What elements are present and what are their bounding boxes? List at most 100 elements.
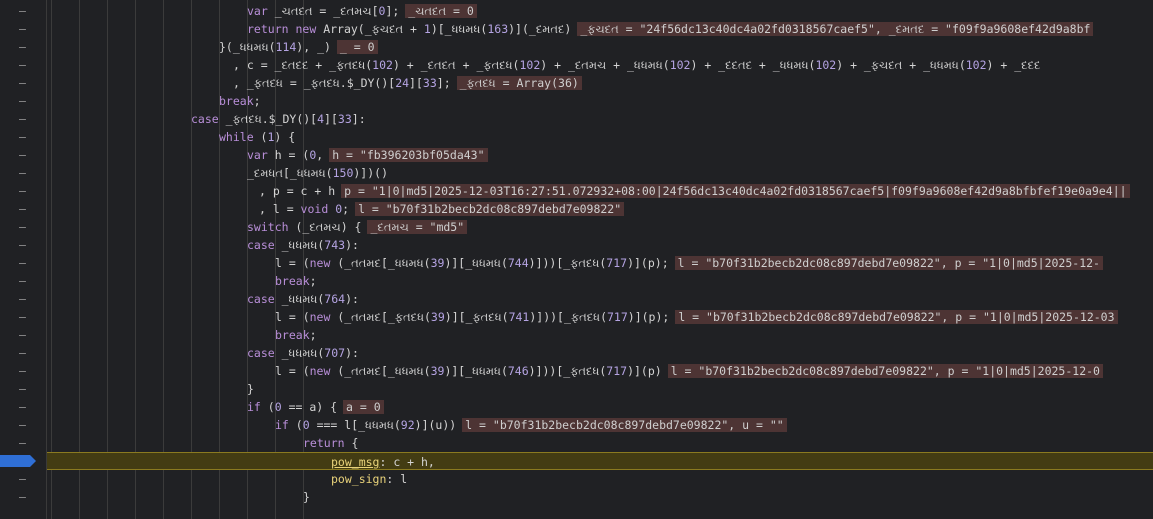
code-line[interactable]: var _ચતદત = _દતમચ[0]; _ચતદત = 0 — [47, 2, 1153, 20]
code-line[interactable]: l = (new (_તતમદ[_ધધમધ(39)][_ધધમધ(744)]))… — [47, 254, 1153, 272]
code-line[interactable]: switch (_દતમચ) { _દતમચ = "md5" — [47, 218, 1153, 236]
gutter-line-marker[interactable]: – — [0, 362, 47, 380]
inline-value-hint: l = "b70f31b2becb2dc08c897debd7e09822", … — [674, 256, 1103, 270]
code-line[interactable]: , c = _દતદદ + _ફતદધ(102) + _દતદત + _ફતદધ… — [47, 56, 1153, 74]
code-text: } — [247, 382, 254, 396]
inline-value-hint: _ = 0 — [336, 40, 378, 54]
line-gutter[interactable]: – – – – – – – – – – – – – – – – – – – – – – – – – – – – — [0, 0, 47, 519]
code-text: pow_sign: l — [331, 472, 408, 486]
code-line[interactable]: return new Array(_ફચદત + 1)[_ધધમધ(163)](… — [47, 20, 1153, 38]
inline-value-hint: a = 0 — [343, 400, 384, 414]
gutter-line-marker[interactable]: – — [0, 56, 47, 74]
fold-dash-icon: – — [19, 166, 26, 180]
code-line[interactable]: while (1) { — [47, 128, 1153, 146]
gutter-line-marker[interactable]: – — [0, 38, 47, 56]
fold-dash-icon: – — [19, 310, 26, 324]
code-line[interactable]: , p = c + h p = "1|0|md5|2025-12-03T16:27… — [47, 182, 1153, 200]
inline-value-hint: _દતમચ = "md5" — [367, 220, 468, 234]
code-text: if (0 == a) { — [247, 400, 338, 414]
fold-dash-icon: – — [19, 346, 26, 360]
code-text: break; — [219, 94, 261, 108]
code-text: switch (_દતમચ) { — [247, 220, 362, 234]
fold-dash-icon: – — [19, 130, 26, 144]
code-line[interactable]: case _ધધમધ(707): — [47, 344, 1153, 362]
gutter-line-marker[interactable]: – — [0, 110, 47, 128]
code-text: var h = (0, — [247, 148, 324, 162]
fold-dash-icon: – — [19, 220, 26, 234]
code-text: , l = void 0; — [259, 202, 350, 216]
code-text: }(_ધધમધ(114), _) — [219, 40, 331, 54]
gutter-line-marker[interactable]: – — [0, 344, 47, 362]
gutter-line-marker[interactable]: – — [0, 164, 47, 182]
inline-value-hint: _ફચદત = "24f56dc13c40dc4a02fd0318567caef… — [577, 22, 1094, 36]
fold-dash-icon: – — [19, 76, 26, 90]
code-text: break; — [275, 274, 317, 288]
gutter-line-marker[interactable]: – — [0, 452, 47, 470]
code-line[interactable]: } — [47, 488, 1153, 506]
fold-dash-icon: – — [19, 238, 26, 252]
gutter-line-marker[interactable]: – — [0, 470, 47, 488]
inline-value-hint: _ચતદત = 0 — [405, 4, 477, 18]
gutter-line-marker[interactable]: – — [0, 308, 47, 326]
code-line[interactable]: return { — [47, 434, 1153, 452]
code-line[interactable]: l = (new (_તતમદ[_ફતદધ(39)][_ફતદધ(741)]))… — [47, 308, 1153, 326]
code-line[interactable]: var h = (0, h = "fb396203bf05da43" — [47, 146, 1153, 164]
fold-dash-icon: – — [19, 292, 26, 306]
code-line[interactable]: break; — [47, 326, 1153, 344]
gutter-line-marker[interactable]: – — [0, 416, 47, 434]
fold-dash-icon: – — [19, 274, 26, 288]
fold-dash-icon: – — [19, 256, 26, 270]
gutter-line-marker[interactable]: – — [0, 326, 47, 344]
gutter-line-marker[interactable]: – — [0, 2, 47, 20]
code-text: while (1) { — [219, 130, 296, 144]
code-line[interactable]: l = (new (_તતમદ[_ધધમધ(39)][_ધધમધ(746)]))… — [47, 362, 1153, 380]
code-line[interactable]: _દમધત[_ધધમધ(150)])() — [47, 164, 1153, 182]
fold-dash-icon: – — [19, 148, 26, 162]
code-text: _દમધત[_ધધમધ(150)])() — [247, 166, 388, 180]
code-line[interactable]: case _ધધમધ(743): — [47, 236, 1153, 254]
gutter-line-marker[interactable]: – — [0, 380, 47, 398]
code-editor[interactable]: var _ચતદત = _દતમચ[0]; _ચતદત = 0 return new… — [47, 0, 1153, 519]
code-text: break; — [275, 328, 317, 342]
gutter-line-marker[interactable]: – — [0, 128, 47, 146]
gutter-line-marker[interactable]: – — [0, 272, 47, 290]
code-line[interactable]: break; — [47, 92, 1153, 110]
gutter-line-marker[interactable]: – — [0, 146, 47, 164]
gutter-line-marker[interactable]: – — [0, 92, 47, 110]
gutter-line-marker[interactable]: – — [0, 74, 47, 92]
gutter-line-marker[interactable]: – — [0, 182, 47, 200]
gutter-line-marker[interactable]: – — [0, 236, 47, 254]
code-line[interactable]: } — [47, 380, 1153, 398]
gutter-line-marker[interactable]: – — [0, 254, 47, 272]
paused-line[interactable]: pow_msg: c + h, — [47, 452, 1153, 470]
code-text: pow_msg: c + h, — [331, 455, 435, 469]
code-line[interactable]: pow_sign: l — [47, 470, 1153, 488]
inline-value-hint: l = "b70f31b2becb2dc08c897debd7e09822", … — [675, 310, 1118, 324]
code-line[interactable]: break; — [47, 272, 1153, 290]
code-text: case _ધધમધ(707): — [247, 346, 359, 360]
fold-dash-icon: – — [19, 4, 26, 18]
gutter-line-marker[interactable]: – — [0, 434, 47, 452]
code-text: l = (new (_તતમદ[_ધધમધ(39)][_ધધમધ(744)]))… — [275, 256, 669, 270]
fold-dash-icon: – — [19, 58, 26, 72]
gutter-line-marker[interactable]: – — [0, 398, 47, 416]
gutter-line-marker[interactable]: – — [0, 20, 47, 38]
code-line[interactable]: case _ફતદધ.$_DY()[4][33]: — [47, 110, 1153, 128]
inline-value-hint: l = "b70f31b2becb2dc08c897debd7e09822" — [355, 202, 625, 216]
gutter-line-marker[interactable]: – — [0, 218, 47, 236]
code-line[interactable]: if (0 == a) { a = 0 — [47, 398, 1153, 416]
code-line[interactable]: }(_ધધમધ(114), _) _ = 0 — [47, 38, 1153, 56]
code-text: , p = c + h — [259, 184, 336, 198]
gutter-line-marker[interactable]: – — [0, 488, 47, 506]
code-text: return new Array(_ફચદત + 1)[_ધધમધ(163)](… — [247, 22, 572, 36]
fold-dash-icon: – — [19, 382, 26, 396]
gutter-line-marker[interactable]: – — [0, 200, 47, 218]
breakpoint-marker[interactable] — [0, 455, 36, 467]
code-line[interactable]: , l = void 0; l = "b70f31b2becb2dc08c897d… — [47, 200, 1153, 218]
code-line[interactable]: , _ફતદધ = _ફતદધ.$_DY()[24][33]; _ફતદધ = A… — [47, 74, 1153, 92]
fold-dash-icon: – — [19, 202, 26, 216]
code-line[interactable]: case _ધધમધ(764): — [47, 290, 1153, 308]
code-line[interactable]: if (0 === l[_ધધમધ(92)](u)) l = "b70f31b2b… — [47, 416, 1153, 434]
gutter-line-marker[interactable]: – — [0, 290, 47, 308]
inline-value-hint: h = "fb396203bf05da43" — [329, 148, 488, 162]
